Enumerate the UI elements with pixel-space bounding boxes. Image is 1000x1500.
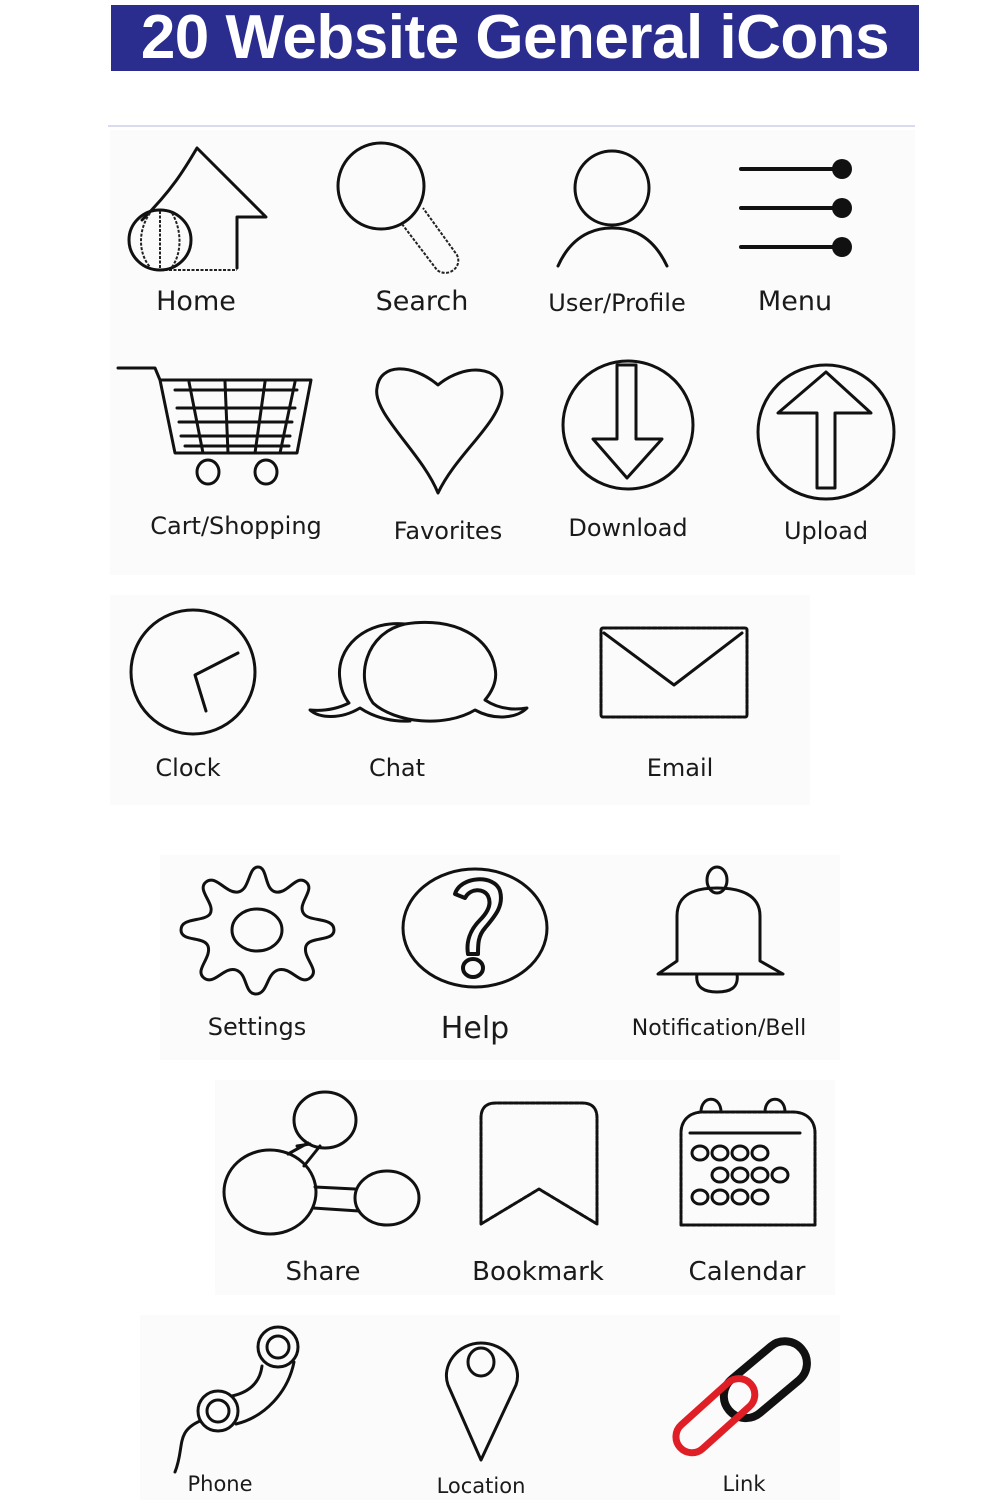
bookmark-icon[interactable] (478, 1100, 603, 1228)
help-icon[interactable] (400, 866, 552, 991)
heart-icon[interactable] (372, 363, 507, 498)
share-icon[interactable] (222, 1088, 427, 1238)
icon-label: Notification/Bell (631, 1016, 807, 1041)
icon-label: Upload (783, 517, 869, 545)
icon-label: Cart/Shopping (150, 512, 322, 540)
icon-label: Chat (368, 754, 426, 782)
icon-label: Phone (187, 1472, 253, 1496)
bell-icon[interactable] (655, 865, 785, 996)
icon-label: Link (722, 1472, 766, 1496)
chat-icon[interactable] (305, 618, 535, 728)
icon-label: Help (440, 1011, 510, 1046)
gear-icon[interactable] (176, 862, 341, 997)
icon-label: Search (375, 286, 469, 317)
icon-label: Bookmark (472, 1257, 604, 1287)
icon-label: Location (436, 1474, 526, 1498)
page-title: 20 Website General iCons (140, 3, 890, 72)
upload-icon[interactable] (755, 362, 900, 502)
menu-icon[interactable] (738, 155, 858, 260)
cart-icon[interactable] (115, 365, 315, 490)
title-banner: 20 Website General iCons (111, 5, 919, 71)
location-pin-icon[interactable] (443, 1340, 523, 1465)
clock-icon[interactable] (128, 608, 260, 740)
download-icon[interactable] (560, 358, 698, 493)
email-icon[interactable] (598, 625, 750, 720)
calendar-icon[interactable] (678, 1095, 820, 1230)
icon-label: User/Profile (548, 289, 686, 317)
icon-label: Calendar (688, 1257, 806, 1287)
icon-label: Home (156, 286, 236, 317)
user-icon[interactable] (555, 148, 670, 268)
home-icon[interactable] (120, 145, 270, 275)
link-icon[interactable] (670, 1337, 815, 1460)
icon-label: Download (568, 514, 688, 542)
divider (108, 125, 915, 127)
icon-label: Settings (207, 1013, 307, 1041)
phone-icon[interactable] (170, 1322, 310, 1477)
icon-label: Menu (757, 286, 833, 317)
icon-label: Favorites (393, 517, 503, 545)
search-icon[interactable] (335, 140, 465, 275)
icon-label: Share (285, 1257, 361, 1287)
icon-label: Email (646, 754, 714, 782)
icon-label: Clock (155, 754, 221, 782)
